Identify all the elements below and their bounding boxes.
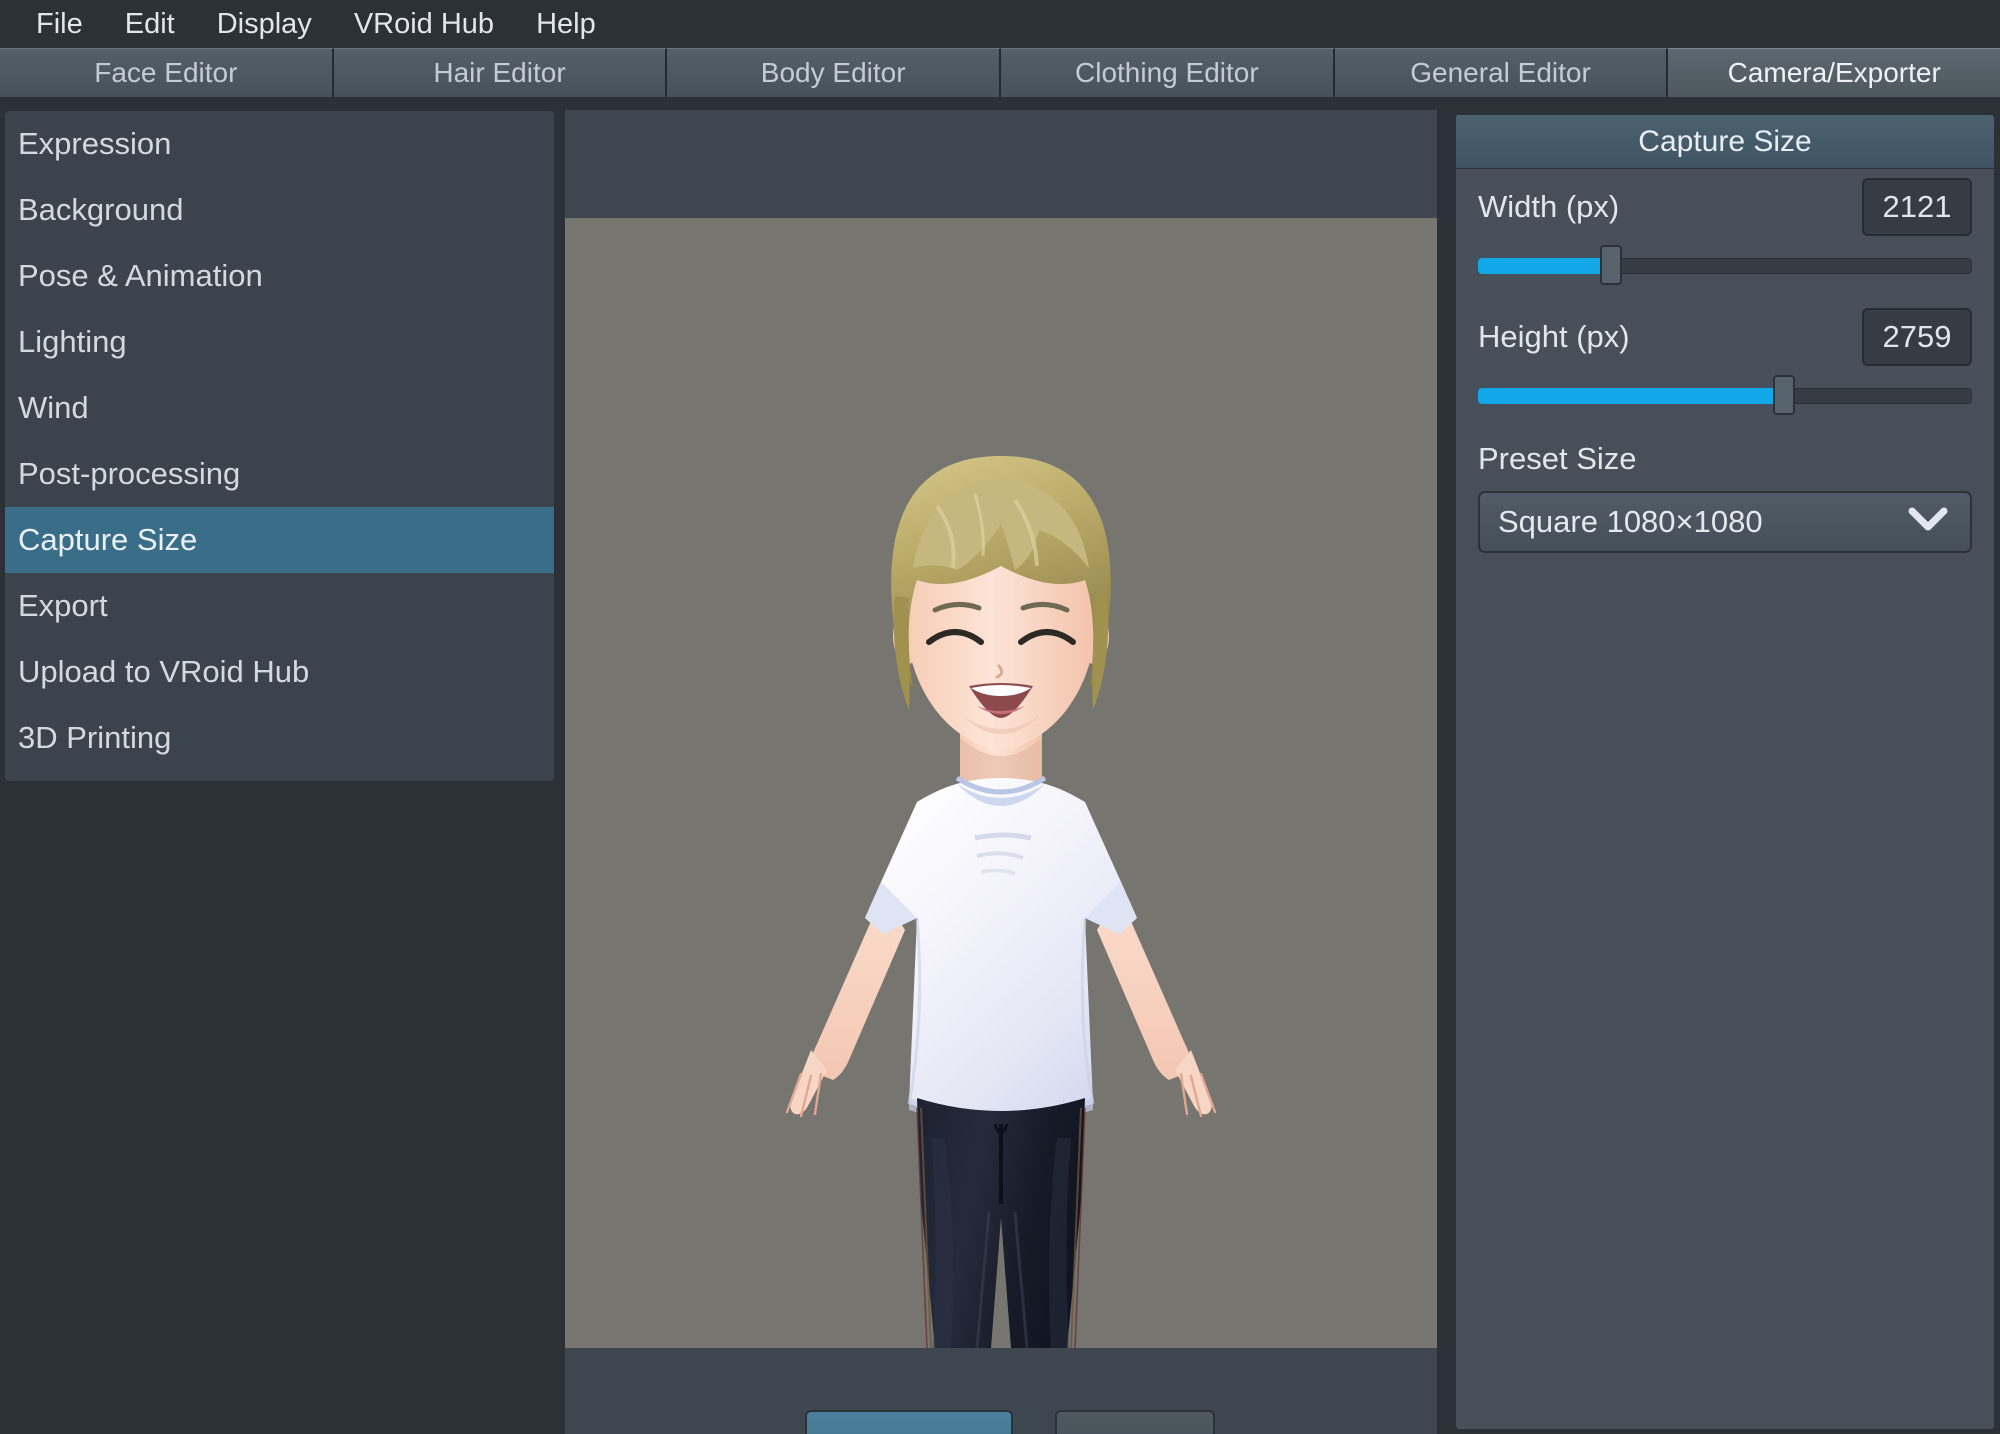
menu-item-display[interactable]: Display	[201, 4, 328, 45]
width-value-input[interactable]: 2121	[1862, 178, 1972, 236]
editor-tab-bar: Face Editor Hair Editor Body Editor Clot…	[0, 48, 2000, 97]
height-row: Height (px) 2759	[1478, 299, 1972, 375]
width-label: Width (px)	[1478, 189, 1619, 225]
avatar-3d-model	[565, 218, 1437, 1348]
tab-face-editor[interactable]: Face Editor	[0, 48, 334, 97]
capture-preview-area[interactable]: Capture Stop	[565, 218, 1437, 1348]
menu-item-file[interactable]: File	[20, 4, 99, 45]
preset-field-block: Preset Size Square 1080×1080	[1456, 441, 1994, 553]
height-field-block: Height (px) 2759	[1456, 299, 1994, 415]
sidebar-item-capture-size[interactable]: Capture Size	[5, 507, 554, 573]
menu-item-edit[interactable]: Edit	[109, 4, 191, 45]
preset-size-dropdown[interactable]: Square 1080×1080	[1478, 491, 1972, 553]
stop-button[interactable]: Stop	[1055, 1410, 1215, 1434]
panel-title: Capture Size	[1456, 115, 1994, 169]
sidebar-item-lighting[interactable]: Lighting	[5, 309, 554, 375]
model-viewport[interactable]: Capture Stop	[565, 110, 1437, 1434]
tab-clothing-editor[interactable]: Clothing Editor	[1001, 48, 1335, 97]
width-slider[interactable]	[1478, 245, 1972, 285]
preset-size-label: Preset Size	[1478, 441, 1972, 477]
menu-item-help[interactable]: Help	[520, 4, 612, 45]
height-slider[interactable]	[1478, 375, 1972, 415]
chevron-down-icon	[1908, 504, 1948, 540]
height-value-input[interactable]: 2759	[1862, 308, 1972, 366]
width-field-block: Width (px) 2121	[1456, 169, 1994, 285]
capture-button[interactable]: Capture	[805, 1410, 1013, 1434]
width-row: Width (px) 2121	[1478, 169, 1972, 245]
sidebar-item-post-processing[interactable]: Post-processing	[5, 441, 554, 507]
sidebar-list: Expression Background Pose & Animation L…	[4, 110, 555, 782]
sidebar-item-pose-animation[interactable]: Pose & Animation	[5, 243, 554, 309]
tab-body-editor[interactable]: Body Editor	[667, 48, 1001, 97]
sidebar-item-3d-printing[interactable]: 3D Printing	[5, 705, 554, 771]
sidebar-item-background[interactable]: Background	[5, 177, 554, 243]
vroid-studio-window: File Edit Display VRoid Hub Help Face Ed…	[0, 0, 2000, 1434]
height-slider-thumb[interactable]	[1773, 375, 1795, 415]
sidebar-item-wind[interactable]: Wind	[5, 375, 554, 441]
sidebar-item-expression[interactable]: Expression	[5, 111, 554, 177]
tab-general-editor[interactable]: General Editor	[1335, 48, 1669, 97]
tab-camera-exporter[interactable]: Camera/Exporter	[1668, 48, 2000, 97]
capture-size-panel: Capture Size Width (px) 2121 Height (px)…	[1455, 114, 1995, 1430]
width-slider-thumb[interactable]	[1600, 245, 1622, 285]
height-label: Height (px)	[1478, 319, 1630, 355]
sidebar-item-upload-to-vroid-hub[interactable]: Upload to VRoid Hub	[5, 639, 554, 705]
menu-item-vroid-hub[interactable]: VRoid Hub	[338, 4, 510, 45]
tab-hair-editor[interactable]: Hair Editor	[334, 48, 668, 97]
sidebar-item-export[interactable]: Export	[5, 573, 554, 639]
capture-button-row: Capture Stop	[805, 1410, 1215, 1434]
menu-bar: File Edit Display VRoid Hub Help	[0, 0, 2000, 48]
width-slider-fill	[1478, 258, 1611, 274]
preset-size-value: Square 1080×1080	[1498, 504, 1763, 540]
height-slider-fill	[1478, 388, 1784, 404]
